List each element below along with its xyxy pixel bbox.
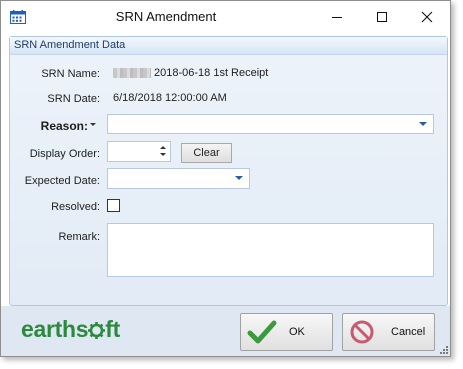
ok-button[interactable]: OK bbox=[240, 313, 333, 351]
spinner-arrows-icon[interactable] bbox=[159, 144, 167, 158]
gear-logo-icon bbox=[88, 322, 106, 339]
ok-label: OK bbox=[289, 326, 305, 338]
resolved-label: Resolved: bbox=[51, 201, 100, 213]
remark-label: Remark: bbox=[58, 231, 100, 243]
maximize-icon bbox=[377, 12, 387, 22]
chevron-down-icon bbox=[235, 176, 243, 180]
display-order-spinner[interactable] bbox=[107, 141, 171, 162]
minimize-button[interactable] bbox=[314, 1, 360, 33]
remark-textarea[interactable] bbox=[107, 223, 434, 277]
minimize-icon bbox=[332, 17, 342, 18]
redacted-text bbox=[113, 68, 151, 79]
expected-date-picker[interactable] bbox=[107, 168, 250, 189]
srn-name-value: 2018-06-18 1st Receipt bbox=[113, 67, 268, 79]
title-bar: SRN Amendment bbox=[1, 1, 450, 33]
close-button[interactable] bbox=[404, 1, 450, 33]
srn-name-label: SRN Name: bbox=[41, 68, 100, 80]
srn-date-label: SRN Date: bbox=[47, 93, 100, 105]
close-icon bbox=[421, 11, 433, 23]
expected-date-label: Expected Date: bbox=[24, 175, 100, 187]
resize-grip-icon[interactable] bbox=[438, 344, 448, 354]
reason-dropdown-icon[interactable] bbox=[90, 123, 96, 127]
panel-header: SRN Amendment Data bbox=[10, 37, 447, 55]
clear-button[interactable]: Clear bbox=[181, 143, 232, 163]
earthsoft-logo: earths ft bbox=[21, 316, 120, 342]
cancel-button[interactable]: Cancel bbox=[342, 313, 435, 351]
checkmark-icon bbox=[247, 320, 277, 344]
dialog-footer: earths ft OK Cancel bbox=[1, 306, 450, 356]
srn-date-value: 6/18/2018 12:00:00 AM bbox=[113, 92, 227, 104]
display-order-label: Display Order: bbox=[29, 148, 100, 160]
maximize-button[interactable] bbox=[359, 1, 405, 33]
window-title: SRN Amendment bbox=[115, 9, 217, 24]
cancel-icon bbox=[350, 320, 374, 344]
cancel-label: Cancel bbox=[391, 326, 426, 338]
reason-combobox[interactable] bbox=[107, 114, 434, 134]
resolved-checkbox[interactable] bbox=[107, 199, 120, 212]
srn-amendment-dialog: SRN Amendment SRN Amendment Data SRN Nam… bbox=[0, 0, 451, 357]
srn-amendment-panel: SRN Amendment Data SRN Name: 2018-06-18 … bbox=[9, 36, 448, 306]
reason-label: Reason: bbox=[40, 119, 88, 133]
chevron-down-icon bbox=[419, 122, 427, 126]
